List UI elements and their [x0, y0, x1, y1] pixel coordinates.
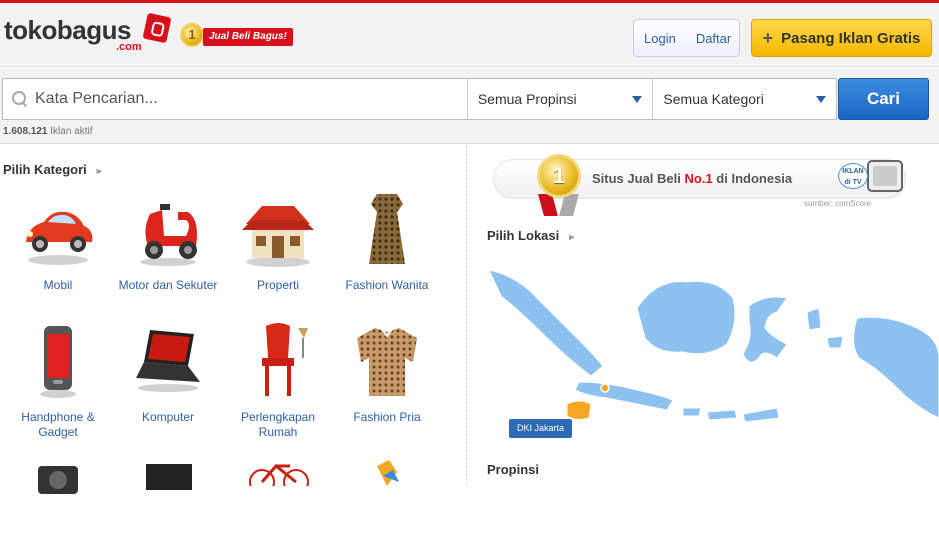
bicycle-icon: [238, 456, 318, 536]
plus-icon: +: [762, 28, 774, 48]
tagline-badge: Jual Beli Bagus!: [203, 28, 293, 46]
tv-screen: [873, 166, 897, 186]
post-ad-button[interactable]: + Pasang Iklan Gratis: [751, 19, 932, 57]
category-kamera[interactable]: [3, 454, 113, 534]
location-title-text: Pilih Lokasi: [487, 228, 560, 243]
column-divider: [466, 146, 467, 486]
shirt-icon: [347, 322, 427, 402]
login-link[interactable]: Login: [634, 31, 686, 46]
category-mobil[interactable]: Mobil: [3, 190, 113, 293]
category-komputer[interactable]: Komputer: [113, 322, 223, 425]
category-label: Mobil: [43, 278, 73, 292]
house-icon: [238, 190, 318, 270]
category-label: Motor dan Sekuter: [118, 278, 218, 292]
site-header: tokobagus .com 1 Jual Beli Bagus! Login …: [0, 3, 939, 67]
laptop-icon: [128, 322, 208, 402]
active-ads-label: Iklan aktif: [50, 126, 93, 137]
post-ad-label: Pasang Iklan Gratis: [781, 29, 921, 47]
province-title-text: Propinsi: [487, 462, 540, 477]
chair-icon: [238, 322, 318, 402]
category-select[interactable]: Semua Kategori: [653, 79, 836, 119]
province-section-title: Propinsi: [487, 462, 539, 477]
active-ads-number: 1.608.121: [3, 126, 48, 137]
banner-text-highlight: No.1: [684, 171, 713, 186]
category-properti[interactable]: Properti: [223, 190, 333, 293]
banner-source: sumber: comScore: [804, 199, 872, 208]
category-label: Fashion Pria: [353, 410, 421, 424]
price-tag-icon: [142, 12, 172, 44]
location-section-title: Pilih Lokasi ▸: [487, 228, 574, 243]
category-label-line1: Handphone &: [21, 410, 95, 424]
category-label-line2: Rumah: [258, 425, 298, 439]
banner-text: Situs Jual Beli No.1 di Indonesia: [592, 171, 792, 186]
search-input[interactable]: [35, 90, 455, 108]
banner-text-prefix: Situs Jual Beli: [592, 171, 681, 186]
category-label: Komputer: [141, 410, 195, 424]
search-icon: [11, 90, 29, 108]
province-select[interactable]: Semua Propinsi: [468, 79, 654, 119]
category-perlengkapan-rumah[interactable]: Perlengkapan Rumah: [223, 322, 333, 440]
car-icon: [18, 190, 98, 270]
category-handphone[interactable]: Handphone & Gadget: [3, 322, 113, 440]
category-title-text: Pilih Kategori: [3, 162, 87, 177]
tv-label-line2: di TV: [844, 179, 862, 186]
category-motor[interactable]: Motor dan Sekuter: [113, 190, 223, 293]
scooter-icon: [128, 190, 208, 270]
chevron-right-icon: ▸: [96, 166, 102, 177]
logo-suffix: .com: [116, 41, 142, 53]
category-label-line1: Perlengkapan: [240, 410, 316, 424]
active-ads-count: 1.608.121 Iklan aktif: [3, 126, 93, 137]
chevron-down-icon: [816, 95, 826, 103]
television-icon: [867, 160, 903, 192]
category-fashion-wanita[interactable]: Fashion Wanita: [332, 190, 442, 293]
auth-links: Login Daftar: [633, 19, 740, 57]
logo-text: tokobagus: [4, 15, 131, 45]
tv-icon: [128, 460, 208, 540]
tv-label-line1: IKLAN: [842, 168, 864, 175]
register-link[interactable]: Daftar: [686, 31, 741, 46]
province-select-value: Semua Propinsi: [477, 91, 577, 107]
category-label-line2: Gadget: [38, 425, 78, 439]
search-button[interactable]: Cari: [838, 78, 929, 120]
category-hobi[interactable]: [332, 456, 442, 536]
dress-icon: [347, 190, 427, 270]
category-fashion-pria[interactable]: Fashion Pria: [332, 322, 442, 425]
category-olahraga[interactable]: [223, 456, 333, 536]
medal-icon: 1: [537, 154, 581, 198]
category-select-value: Semua Kategori: [663, 91, 764, 107]
tv-ad-badge: IKLAN di TV: [838, 163, 868, 189]
selected-region-label[interactable]: DKI Jakarta: [509, 419, 573, 438]
category-label: Perlengkapan Rumah: [223, 410, 333, 440]
search-box: Semua Propinsi Semua Kategori: [2, 78, 837, 120]
banner-text-suffix: di Indonesia: [716, 171, 793, 186]
category-label: Handphone & Gadget: [3, 410, 113, 440]
camera-icon: [18, 454, 98, 534]
category-label: Fashion Wanita: [345, 278, 429, 292]
site-logo[interactable]: tokobagus .com: [4, 12, 172, 53]
phone-icon: [18, 322, 98, 402]
search-bar: Semua Propinsi Semua Kategori Cari 1.608…: [0, 68, 939, 144]
category-elektronik[interactable]: [113, 460, 223, 540]
chevron-down-icon: [632, 95, 643, 103]
chevron-right-icon: ▸: [569, 232, 575, 243]
toy-icon: [347, 456, 427, 536]
category-section-title: Pilih Kategori ▸: [3, 162, 102, 177]
medal-icon: 1: [180, 23, 204, 47]
search-input-wrap: [3, 79, 468, 119]
category-label: Properti: [256, 278, 300, 292]
